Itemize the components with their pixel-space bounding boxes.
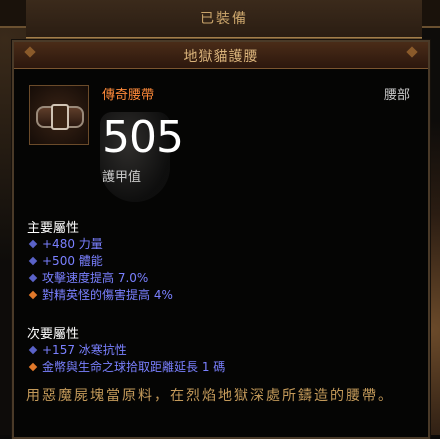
belt-icon (29, 85, 89, 145)
equipped-header: 已裝備 (26, 0, 422, 40)
stat-text: 對精英怪的傷害提高 4% (42, 288, 173, 302)
item-type: 傳奇腰帶 (102, 88, 155, 103)
secondary-attributes-title: 次要屬性 (27, 327, 80, 342)
stat-line: +480 力量 (27, 235, 103, 252)
primary-attributes-title: 主要屬性 (27, 221, 80, 236)
item-tooltip: 地獄貓護腰 傳奇腰帶 腰部 505 護甲值 主要屬性 +480 力量 +500 體… (12, 40, 430, 439)
flavor-text: 用惡魔屍塊當原料，在烈焰地獄深處所鑄造的腰帶。 (26, 388, 394, 404)
armor-label: 護甲值 (102, 170, 142, 185)
diamond-bullet-icon (28, 256, 38, 266)
stat-text: +500 體能 (42, 254, 103, 268)
frame-corner-left (0, 0, 28, 28)
diamond-bullet-icon (28, 345, 38, 355)
stat-text: 攻擊速度提高 7.0% (42, 271, 149, 285)
game-scene: 已裝備 地獄貓護腰 傳奇腰帶 腰部 505 護甲值 主要屬性 +480 力量 +5… (0, 0, 440, 439)
equipped-label: 已裝備 (200, 11, 248, 27)
stat-text: 金幣與生命之球拾取距離延長 1 碼 (42, 360, 226, 374)
stat-line: 對精英怪的傷害提高 4% (27, 286, 173, 303)
diamond-bullet-icon (28, 239, 38, 249)
stat-line: +157 冰寒抗性 (27, 341, 127, 358)
stat-line: 金幣與生命之球拾取距離延長 1 碼 (27, 358, 225, 375)
item-name-bar: 地獄貓護腰 (14, 42, 428, 69)
diamond-bullet-icon (28, 273, 38, 283)
armor-value: 505 (102, 112, 184, 163)
stat-text: +157 冰寒抗性 (42, 343, 127, 357)
belt-buckle (51, 104, 69, 130)
stat-text: +480 力量 (42, 237, 103, 251)
diamond-bullet-icon (28, 362, 38, 372)
stat-line: 攻擊速度提高 7.0% (27, 269, 148, 286)
item-slot: 腰部 (383, 88, 410, 103)
diamond-bullet-icon (28, 290, 38, 300)
item-name: 地獄貓護腰 (183, 49, 259, 65)
stat-line: +500 體能 (27, 252, 103, 269)
